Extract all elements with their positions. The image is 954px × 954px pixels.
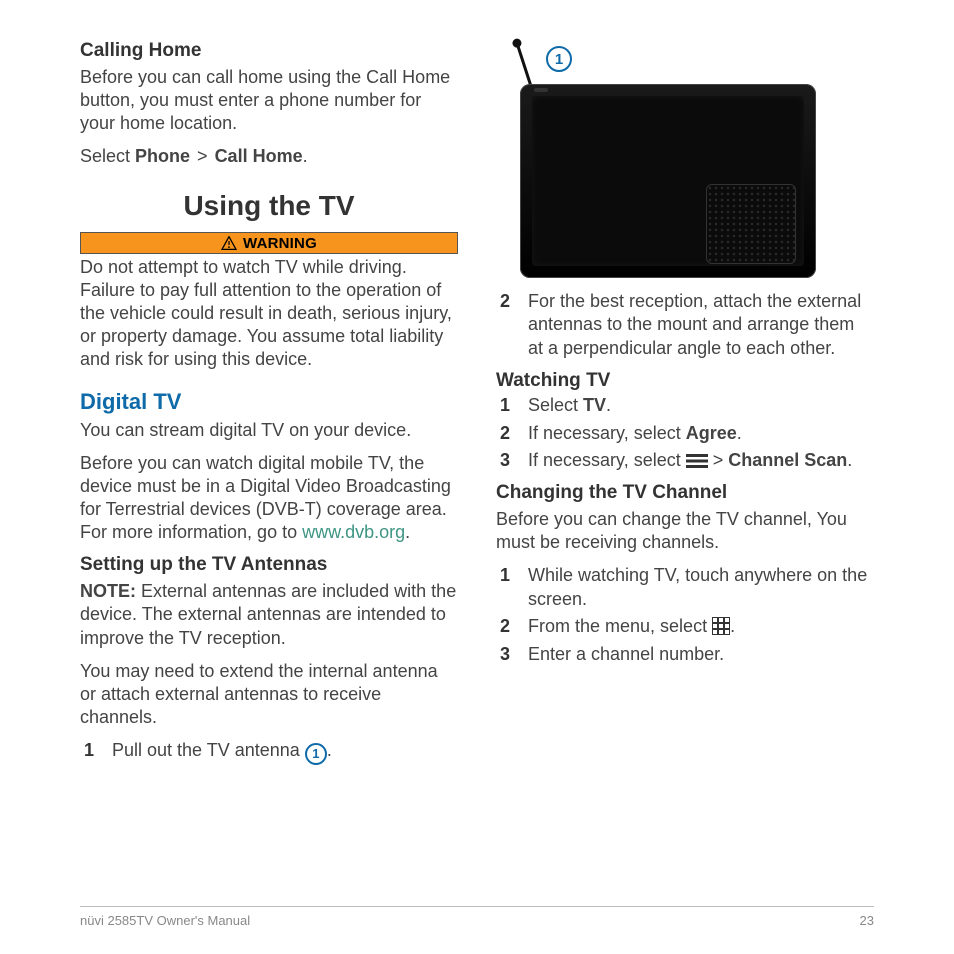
gt-1: > (190, 146, 215, 166)
dvb-link[interactable]: www.dvb.org (302, 522, 405, 542)
watching-tv-heading: Watching TV (496, 370, 874, 392)
setting-antennas-heading: Setting up the TV Antennas (80, 554, 458, 576)
period-2: . (405, 522, 410, 542)
using-the-tv-heading: Using the TV (80, 190, 458, 222)
digital-tv-p2: Before you can watch digital mobile TV, … (80, 452, 458, 544)
period-3: . (327, 740, 332, 760)
watching-step-2: If necessary, select Agree. (496, 422, 874, 445)
phone-label: Phone (135, 146, 190, 166)
w1-tv: TV (583, 395, 606, 415)
changing-step-3: Enter a channel number. (496, 643, 874, 666)
device-figure: 1 (514, 40, 824, 280)
digital-tv-p1: You can stream digital TV on your device… (80, 419, 458, 442)
w1-pre: Select (528, 395, 583, 415)
menu-lines-icon (686, 453, 708, 469)
antenna-p2: You may need to extend the internal ante… (80, 660, 458, 729)
warning-triangle-icon (221, 236, 237, 250)
two-column-layout: Calling Home Before you can call home us… (80, 38, 874, 775)
footer-title: nüvi 2585TV Owner's Manual (80, 913, 250, 928)
speaker-grill (706, 184, 796, 264)
period-w1: . (606, 395, 611, 415)
step1-text: Pull out the TV antenna (112, 740, 305, 760)
left-column: Calling Home Before you can call home us… (80, 38, 458, 775)
select-phone-callhome: Select Phone > Call Home. (80, 145, 458, 168)
calling-home-paragraph: Before you can call home using the Call … (80, 66, 458, 135)
grid-icon (712, 617, 730, 635)
w3-pre: If necessary, select (528, 450, 686, 470)
antenna-step-1: Pull out the TV antenna 1. (80, 739, 458, 765)
changing-p: Before you can change the TV channel, Yo… (496, 508, 874, 554)
warning-banner: WARNING (80, 232, 458, 254)
select-label: Select (80, 146, 135, 166)
power-button-graphic (534, 88, 548, 92)
note-label: NOTE: (80, 581, 136, 601)
call-home-label: Call Home (215, 146, 303, 166)
period-c2: . (730, 616, 735, 636)
c2-pre: From the menu, select (528, 616, 712, 636)
right-column: 1 For the best reception, attach the ext… (496, 38, 874, 775)
figure-callout-1: 1 (546, 46, 572, 72)
antenna-step-2: For the best reception, attach the exter… (496, 290, 874, 360)
w2-pre: If necessary, select (528, 423, 686, 443)
warning-label: WARNING (243, 235, 317, 252)
watching-step-3: If necessary, select > Channel Scan. (496, 449, 874, 472)
note-text: External antennas are included with the … (80, 581, 456, 647)
page-footer: nüvi 2585TV Owner's Manual 23 (80, 906, 874, 928)
callout-1-inline: 1 (305, 743, 327, 765)
changing-channel-heading: Changing the TV Channel (496, 482, 874, 504)
antenna-steps-part1: Pull out the TV antenna 1. (80, 739, 458, 765)
footer-page-number: 23 (860, 913, 874, 928)
warning-paragraph: Do not attempt to watch TV while driving… (80, 256, 458, 371)
watching-steps: Select TV. If necessary, select Agree. I… (496, 394, 874, 472)
w3-gt: > (708, 450, 729, 470)
note-paragraph: NOTE: External antennas are included wit… (80, 580, 458, 649)
changing-step-2: From the menu, select . (496, 615, 874, 638)
calling-home-heading: Calling Home (80, 40, 458, 62)
watching-step-1: Select TV. (496, 394, 874, 417)
w3-scan: Channel Scan (728, 450, 847, 470)
changing-steps: While watching TV, touch anywhere on the… (496, 564, 874, 666)
digital-tv-heading: Digital TV (80, 389, 458, 415)
antenna-steps-part2: For the best reception, attach the exter… (496, 290, 874, 360)
manual-page: Calling Home Before you can call home us… (0, 0, 954, 954)
changing-step-1: While watching TV, touch anywhere on the… (496, 564, 874, 611)
device-body (520, 84, 816, 278)
w2-agree: Agree (686, 423, 737, 443)
period-1: . (303, 146, 308, 166)
period-w3: . (847, 450, 852, 470)
period-w2: . (737, 423, 742, 443)
